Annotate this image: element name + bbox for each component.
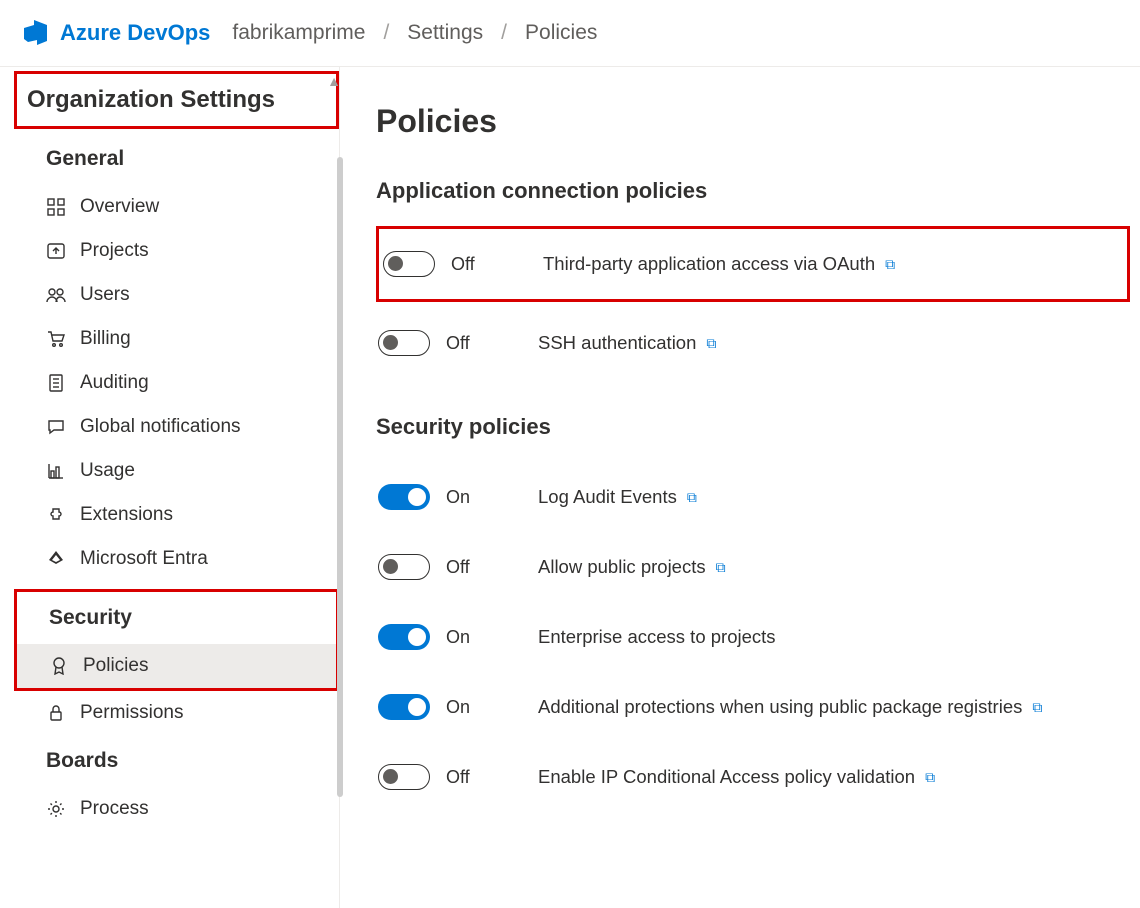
sidebar-item-label: Users <box>80 284 130 306</box>
cart-icon <box>46 329 66 349</box>
brand-label[interactable]: Azure DevOps <box>60 20 210 46</box>
sidebar-item-microsoft-entra[interactable]: Microsoft Entra <box>14 537 339 581</box>
upload-icon <box>46 241 66 261</box>
sidebar-item-projects[interactable]: Projects <box>14 229 339 273</box>
link-icon[interactable]: ⧉ <box>885 256 895 273</box>
policy-label: Log Audit Events <box>538 486 677 508</box>
scroll-up-icon[interactable]: ▲ <box>327 73 341 89</box>
sidebar-item-label: Auditing <box>80 372 149 394</box>
sidebar-heading-security: Security <box>17 592 336 644</box>
page-title: Policies <box>376 103 1130 140</box>
sidebar-item-label: Global notifications <box>80 416 241 438</box>
sidebar-item-global-notifications[interactable]: Global notifications <box>14 405 339 449</box>
document-icon <box>46 373 66 393</box>
policy-label: Additional protections when using public… <box>538 696 1022 718</box>
sidebar-heading-general: General <box>14 133 339 185</box>
link-icon[interactable]: ⧉ <box>1032 699 1042 716</box>
sidebar-item-label: Overview <box>80 196 159 218</box>
toggle-state-label: Off <box>432 333 536 354</box>
policy-label: Allow public projects <box>538 556 706 578</box>
sidebar-item-auditing[interactable]: Auditing <box>14 361 339 405</box>
policy-row-ssh: Off SSH authentication ⧉ <box>376 308 1130 378</box>
policy-label: Third-party application access via OAuth <box>543 253 875 275</box>
sidebar-item-label: Process <box>80 798 149 820</box>
entra-icon <box>46 549 66 569</box>
link-icon[interactable]: ⧉ <box>687 489 697 506</box>
sidebar-heading-boards: Boards <box>14 735 339 787</box>
toggle-ip-conditional[interactable] <box>378 764 430 790</box>
sidebar-item-extensions[interactable]: Extensions <box>14 493 339 537</box>
puzzle-icon <box>46 505 66 525</box>
policy-row-pkg-registries: On Additional protections when using pub… <box>376 672 1130 742</box>
toggle-ssh[interactable] <box>378 330 430 356</box>
policy-label: Enterprise access to projects <box>538 626 776 648</box>
chat-icon <box>46 417 66 437</box>
sidebar-item-policies[interactable]: Policies <box>17 644 336 688</box>
chart-icon <box>46 461 66 481</box>
sidebar-item-label: Policies <box>83 655 148 677</box>
sidebar-item-process[interactable]: Process <box>14 787 339 831</box>
breadcrumb-separator: / <box>501 21 507 45</box>
lock-icon <box>46 703 66 723</box>
sidebar: ▲ Organization Settings General Overview… <box>0 66 340 908</box>
sidebar-item-users[interactable]: Users <box>14 273 339 317</box>
sidebar-item-label: Permissions <box>80 702 183 724</box>
policy-label: Enable IP Conditional Access policy vali… <box>538 766 915 788</box>
toggle-state-label: Off <box>437 254 541 275</box>
toggle-enterprise[interactable] <box>378 624 430 650</box>
toggle-state-label: On <box>432 697 536 718</box>
toggle-state-label: Off <box>432 767 536 788</box>
toggle-state-label: On <box>432 487 536 508</box>
sidebar-item-overview[interactable]: Overview <box>14 185 339 229</box>
logo[interactable]: Azure DevOps <box>20 17 210 49</box>
sidebar-item-label: Extensions <box>80 504 173 526</box>
toggle-public-projects[interactable] <box>378 554 430 580</box>
main-content: Policies Application connection policies… <box>340 66 1140 908</box>
breadcrumb: fabrikamprime / Settings / Policies <box>232 21 597 45</box>
breadcrumb-policies[interactable]: Policies <box>525 21 597 45</box>
sidebar-item-label: Projects <box>80 240 149 262</box>
breadcrumb-separator: / <box>383 21 389 45</box>
policy-row-audit: On Log Audit Events ⧉ <box>376 462 1130 532</box>
toggle-audit[interactable] <box>378 484 430 510</box>
sidebar-item-label: Usage <box>80 460 135 482</box>
sidebar-security-block: Security Policies <box>14 589 339 691</box>
section-heading-app-connection: Application connection policies <box>376 178 1130 204</box>
policy-label: SSH authentication <box>538 332 696 354</box>
scrollbar-thumb[interactable] <box>337 157 343 797</box>
link-icon[interactable]: ⧉ <box>716 559 726 576</box>
link-icon[interactable]: ⧉ <box>925 769 935 786</box>
section-heading-security-policies: Security policies <box>376 414 1130 440</box>
toggle-state-label: On <box>432 627 536 648</box>
policy-row-oauth: Off Third-party application access via O… <box>376 226 1130 302</box>
policy-row-enterprise: On Enterprise access to projects <box>376 602 1130 672</box>
azure-devops-icon <box>20 17 52 49</box>
sidebar-title: Organization Settings <box>14 71 339 129</box>
sidebar-item-usage[interactable]: Usage <box>14 449 339 493</box>
policy-row-public-projects: Off Allow public projects ⧉ <box>376 532 1130 602</box>
grid-icon <box>46 197 66 217</box>
users-icon <box>46 285 66 305</box>
toggle-pkg-registries[interactable] <box>378 694 430 720</box>
toggle-oauth[interactable] <box>383 251 435 277</box>
header: Azure DevOps fabrikamprime / Settings / … <box>0 0 1140 66</box>
sidebar-item-billing[interactable]: Billing <box>14 317 339 361</box>
gear-icon <box>46 799 66 819</box>
sidebar-item-label: Billing <box>80 328 131 350</box>
badge-icon <box>49 656 69 676</box>
link-icon[interactable]: ⧉ <box>706 335 716 352</box>
sidebar-item-permissions[interactable]: Permissions <box>14 691 339 735</box>
policy-row-ip-conditional: Off Enable IP Conditional Access policy … <box>376 742 1130 812</box>
toggle-state-label: Off <box>432 557 536 578</box>
breadcrumb-settings[interactable]: Settings <box>407 21 483 45</box>
sidebar-item-label: Microsoft Entra <box>80 548 208 570</box>
breadcrumb-org[interactable]: fabrikamprime <box>232 21 365 45</box>
